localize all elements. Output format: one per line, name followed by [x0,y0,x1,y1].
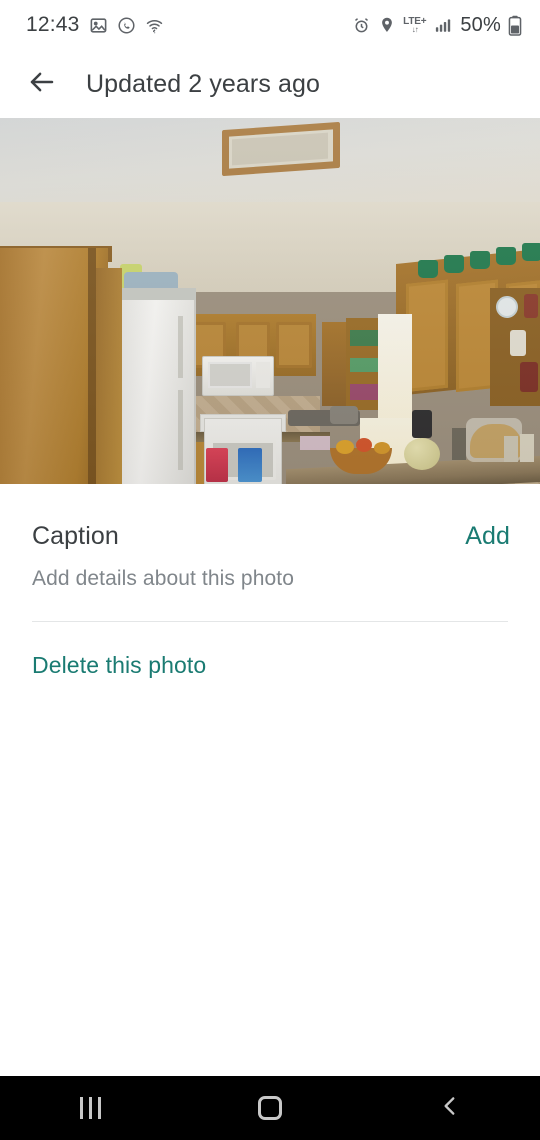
app-bar: Updated 2 years ago [0,50,540,118]
caption-row: Caption Add [0,484,540,551]
kitchen-photo [0,118,540,484]
home-icon [258,1096,282,1120]
status-bar: 12:43 LTE+ ↓↑ 50% [0,0,540,50]
photo-details-panel: Caption Add Add details about this photo… [0,484,540,679]
signal-bars-icon [433,16,453,34]
recents-icon [79,1097,101,1119]
status-bar-right: LTE+ ↓↑ 50% [352,14,522,37]
photo-viewer[interactable] [0,118,540,484]
status-bar-left: 12:43 [26,13,164,37]
back-icon [437,1093,463,1124]
gallery-icon [89,16,108,35]
network-type-icon: LTE+ ↓↑ [403,16,426,34]
delete-photo-button[interactable]: Delete this photo [0,622,238,679]
back-button[interactable] [20,62,64,106]
system-navigation-bar [0,1076,540,1140]
status-bar-clock: 12:43 [26,13,80,36]
caption-add-button[interactable]: Add [465,522,510,551]
alarm-icon [352,16,371,35]
nav-recents-button[interactable] [45,1076,135,1140]
nav-home-button[interactable] [225,1076,315,1140]
caption-label: Caption [32,522,119,550]
whatsapp-icon [117,16,136,35]
data-arrows-icon: ↓↑ [411,24,419,34]
location-icon [378,16,396,34]
wifi-question-icon [145,16,164,35]
battery-percent-label: 50% [460,13,501,36]
battery-icon [508,15,522,36]
page-title: Updated 2 years ago [86,69,321,98]
nav-back-button[interactable] [405,1076,495,1140]
caption-hint-text: Add details about this photo [32,567,294,590]
photo-detail-screen: 12:43 LTE+ ↓↑ 50% Updated 2 years ago Ca… [0,0,540,1140]
back-arrow-icon [27,67,57,102]
